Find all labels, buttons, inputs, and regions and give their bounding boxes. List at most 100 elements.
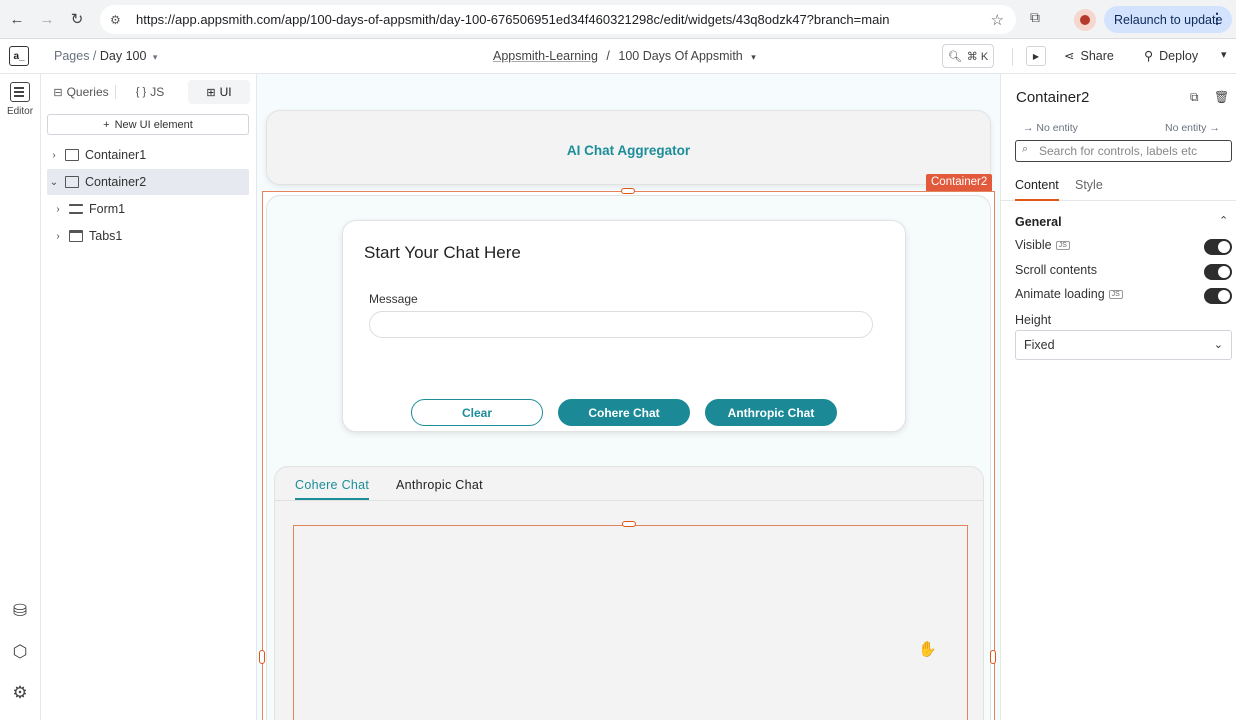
tab-cohere-chat[interactable]: Cohere Chat <box>295 478 370 500</box>
selected-widget-tag[interactable]: Container2 <box>926 174 993 191</box>
app-header: a_ Pages / Day 100 ▾ Appsmith-Learning /… <box>0 39 1236 74</box>
back-icon[interactable]: ← <box>2 4 32 34</box>
deploy-options-chevron-icon[interactable]: ▾ <box>1221 48 1227 61</box>
height-value: Fixed <box>1024 338 1055 352</box>
prop-scroll-label: Scroll contents <box>1015 263 1097 277</box>
arrow-right-icon: → <box>1023 122 1037 134</box>
deploy-button[interactable]: ⚲ Deploy <box>1144 48 1198 64</box>
share-button[interactable]: ⋖ Share <box>1064 48 1114 64</box>
message-label: Message <box>369 292 418 306</box>
pages-breadcrumb[interactable]: Pages / Day 100 ▾ <box>54 49 157 63</box>
container-icon <box>65 149 79 161</box>
entity-link-right[interactable]: No entity → <box>1165 122 1220 134</box>
appsmith-logo[interactable]: a_ <box>9 46 29 66</box>
prop-animate-label: Animate loading <box>1015 287 1105 301</box>
resize-handle-left[interactable] <box>259 650 265 664</box>
tab-content[interactable]: Content <box>1015 178 1059 201</box>
scroll-contents-toggle[interactable] <box>1204 264 1232 280</box>
delete-trash-icon[interactable]: 🗑︎ <box>1214 90 1229 104</box>
relaunch-button[interactable]: Relaunch to update ⋮ <box>1104 6 1232 33</box>
entity-left-label: No entity <box>1036 122 1078 134</box>
packages-cube-icon[interactable]: ⬡ <box>9 641 31 663</box>
profile-avatar[interactable] <box>1074 9 1096 31</box>
bookmark-star-icon[interactable]: ☆ <box>991 11 1004 29</box>
new-ui-element-button[interactable]: + New UI element <box>47 114 249 135</box>
site-info-icon[interactable]: ⚙ <box>110 13 128 27</box>
tree-item-label: Container2 <box>85 175 147 189</box>
chevron-right-icon[interactable]: › <box>51 204 65 215</box>
editor-label: Editor <box>6 106 34 117</box>
search-icon: 🔍︎ <box>947 50 962 63</box>
search-shortcut: ⌘ K <box>966 50 989 63</box>
chevron-up-icon[interactable]: ⌃ <box>1219 214 1228 227</box>
js-braces-icon: { } <box>135 86 147 98</box>
visible-toggle[interactable] <box>1204 239 1232 255</box>
js-toggle-badge[interactable]: JS <box>1055 241 1070 251</box>
tree-item-container2[interactable]: ⌄ Container2 <box>47 169 249 195</box>
container1-widget[interactable]: AI Chat Aggregator <box>266 110 991 185</box>
tree-item-label: Form1 <box>89 202 126 216</box>
left-rail: Editor ⛁ ⬡ ⚙ <box>0 74 41 720</box>
address-bar[interactable]: ⚙ https://app.appsmith.com/app/100-days-… <box>100 5 1016 34</box>
tree-item-label: Tabs1 <box>89 229 123 243</box>
datasource-icon[interactable]: ⛁ <box>9 600 31 622</box>
tab-style[interactable]: Style <box>1075 178 1103 199</box>
tab-anthropic-chat[interactable]: Anthropic Chat <box>396 478 483 498</box>
relaunch-label: Relaunch to update <box>1114 12 1223 27</box>
search-icon: ⌕ <box>1022 143 1029 155</box>
tree-item-container1[interactable]: › Container1 <box>47 142 249 168</box>
tabs1-widget[interactable]: Cohere Chat Anthropic Chat <box>274 466 984 720</box>
resize-handle-right[interactable] <box>990 650 996 664</box>
forward-icon[interactable]: → <box>32 4 62 34</box>
editor-canvas[interactable]: AI Chat Aggregator Container2 Start Your… <box>257 74 1000 720</box>
message-input[interactable] <box>369 311 873 338</box>
header-divider <box>1012 48 1013 66</box>
tab-ui[interactable]: ⊞ UI <box>188 80 250 104</box>
chevron-down-icon[interactable]: ⌄ <box>47 177 61 188</box>
tab-js[interactable]: { } JS <box>116 80 184 104</box>
section-general-header[interactable]: General <box>1015 215 1062 229</box>
ui-grid-icon: ⊞ <box>206 86 216 99</box>
plus-icon: + <box>103 118 110 131</box>
queries-icon: ⊟ <box>53 86 63 99</box>
height-select[interactable]: Fixed ⌄ <box>1015 330 1232 360</box>
js-toggle-badge[interactable]: JS <box>1108 290 1123 300</box>
cohere-chat-button[interactable]: Cohere Chat <box>558 399 690 426</box>
copy-icon[interactable]: ⧉ <box>1190 90 1199 105</box>
entity-link-left[interactable]: → No entity <box>1023 122 1078 134</box>
more-menu-icon[interactable]: ⋮ <box>1210 10 1224 27</box>
tree-item-label: Container1 <box>85 148 147 162</box>
omnibar-search-button[interactable]: 🔍︎ ⌘ K <box>942 44 994 68</box>
animate-loading-toggle[interactable] <box>1204 288 1232 304</box>
chevron-right-icon[interactable]: › <box>47 150 61 161</box>
tab-js-label: JS <box>150 85 165 99</box>
chevron-right-icon[interactable]: › <box>51 231 65 242</box>
clear-button[interactable]: Clear <box>411 399 543 426</box>
tab-queries-label: Queries <box>66 85 109 99</box>
chevron-down-icon: ▾ <box>152 52 158 62</box>
property-search-input[interactable] <box>1015 140 1232 162</box>
container-icon <box>65 176 79 188</box>
form1-widget[interactable]: Start Your Chat Here Message Clear Coher… <box>342 220 906 432</box>
reload-icon[interactable]: ↻ <box>62 4 92 34</box>
tabs-bar: Cohere Chat Anthropic Chat <box>275 467 983 501</box>
preview-play-button[interactable]: ▶ <box>1026 46 1046 66</box>
tab-queries[interactable]: ⊟ Queries <box>47 80 115 104</box>
tab-canvas-area[interactable] <box>293 525 968 720</box>
prop-scroll-contents: Scroll contents <box>1015 263 1232 283</box>
widget-name[interactable]: Container2 <box>1016 89 1089 106</box>
resize-handle-top[interactable] <box>621 188 635 194</box>
extensions-icon[interactable]: ⧉ <box>1030 9 1050 29</box>
workspace-link[interactable]: Appsmith-Learning <box>493 49 598 63</box>
rocket-icon: ⚲ <box>1144 49 1154 63</box>
anthropic-chat-button[interactable]: Anthropic Chat <box>705 399 837 426</box>
editor-rail-item[interactable]: Editor <box>0 82 40 117</box>
tree-item-tabs1[interactable]: › Tabs1 <box>47 223 249 249</box>
share-icon: ⋖ <box>1064 49 1075 63</box>
resize-handle-tab-canvas[interactable] <box>622 521 636 527</box>
app-breadcrumb[interactable]: Appsmith-Learning / 100 Days Of Appsmith… <box>493 49 756 63</box>
settings-gear-icon[interactable]: ⚙ <box>9 682 31 704</box>
tree-item-form1[interactable]: › Form1 <box>47 196 249 222</box>
new-ui-element-label: New UI element <box>114 118 193 131</box>
entity-right-label: No entity <box>1165 122 1207 134</box>
